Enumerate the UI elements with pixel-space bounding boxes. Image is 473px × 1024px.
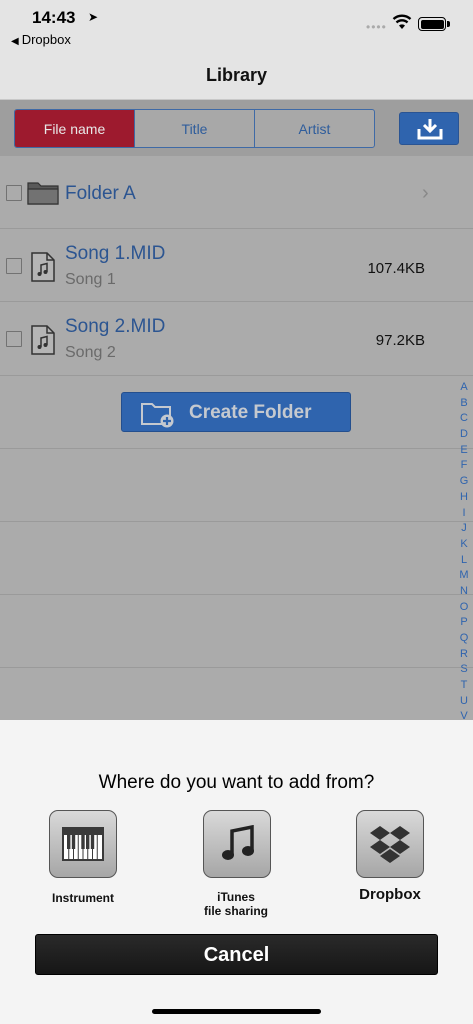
empty-row: [0, 668, 473, 720]
index-letter[interactable]: F: [456, 458, 472, 474]
status-time: 14:43: [32, 8, 76, 27]
sheet-title: Where do you want to add from?: [98, 772, 375, 793]
list-item-folder[interactable]: Folder A ›: [0, 156, 473, 229]
empty-row: [0, 522, 473, 595]
row-checkbox[interactable]: [6, 331, 22, 347]
midi-file-icon: [31, 252, 55, 282]
alphabet-index[interactable]: A B C D E F G H I J K L M N O P Q R S T …: [456, 380, 472, 757]
back-triangle-icon: ◀: [11, 36, 19, 47]
file-size: 107.4KB: [367, 260, 425, 277]
index-letter[interactable]: A: [456, 380, 472, 396]
status-bar: 14:43 ➤ ◀ Dropbox ••••: [0, 0, 473, 52]
create-folder-button[interactable]: Create Folder: [121, 392, 351, 432]
download-button[interactable]: [399, 112, 459, 145]
row-checkbox[interactable]: [6, 258, 22, 274]
sort-tab-artist[interactable]: Artist: [255, 110, 374, 147]
index-letter[interactable]: B: [456, 396, 472, 412]
file-subtitle: Song 2: [65, 344, 116, 361]
sort-tab-title[interactable]: Title: [135, 110, 255, 147]
index-letter[interactable]: S: [456, 662, 472, 678]
empty-row: [0, 595, 473, 668]
itunes-file-sharing-source-button[interactable]: [203, 810, 271, 878]
piano-icon: [62, 827, 104, 861]
row-checkbox[interactable]: [6, 185, 22, 201]
home-indicator[interactable]: [152, 1009, 321, 1014]
index-letter[interactable]: E: [456, 443, 472, 459]
instrument-source-label: Instrument: [51, 891, 114, 905]
index-letter[interactable]: I: [456, 506, 472, 522]
file-name: Folder A: [65, 183, 136, 204]
midi-file-icon: [31, 325, 55, 355]
back-app-label: Dropbox: [21, 32, 71, 47]
cancel-button[interactable]: Cancel: [35, 934, 438, 975]
wifi-icon: [392, 14, 412, 29]
index-letter[interactable]: P: [456, 615, 472, 631]
list-item-song-1[interactable]: Song 1.MID Song 1 107.4KB: [0, 229, 473, 302]
sort-segmented-control: File name Title Artist: [14, 109, 375, 148]
list-item-song-2[interactable]: Song 2.MID Song 2 97.2KB: [0, 302, 473, 376]
index-letter[interactable]: K: [456, 537, 472, 553]
file-subtitle: Song 1: [65, 271, 116, 288]
battery-icon: [418, 17, 450, 31]
empty-row: [0, 449, 473, 522]
sort-tab-file-name[interactable]: File name: [15, 110, 135, 147]
index-letter[interactable]: T: [456, 678, 472, 694]
index-letter[interactable]: M: [456, 568, 472, 584]
file-size: 97.2KB: [375, 332, 425, 349]
dropbox-icon: [370, 826, 410, 863]
file-name: Song 2.MID: [65, 316, 166, 337]
music-note-icon: [222, 825, 254, 860]
index-letter[interactable]: J: [456, 521, 472, 537]
index-letter[interactable]: G: [456, 474, 472, 490]
sort-toolbar: File name Title Artist: [0, 100, 473, 156]
index-letter[interactable]: U: [456, 694, 472, 710]
index-letter[interactable]: C: [456, 411, 472, 427]
index-letter[interactable]: N: [456, 584, 472, 600]
create-folder-label: Create Folder: [189, 402, 312, 423]
back-to-app-link[interactable]: ◀ Dropbox: [11, 32, 71, 47]
index-letter[interactable]: D: [456, 427, 472, 443]
file-name: Song 1.MID: [65, 243, 166, 264]
folder-icon: [27, 182, 59, 205]
itunes-file-sharing-source-label: iTunes file sharing: [203, 890, 268, 918]
download-icon: [417, 119, 443, 140]
folder-add-icon: [141, 403, 174, 428]
dropbox-source-label: Dropbox: [359, 886, 421, 903]
cancel-label: Cancel: [203, 944, 270, 966]
index-letter[interactable]: L: [456, 553, 472, 569]
dropbox-source-button[interactable]: [356, 810, 424, 878]
page-title: Library: [205, 65, 268, 85]
index-letter[interactable]: O: [456, 600, 472, 616]
index-letter[interactable]: Q: [456, 631, 472, 647]
signal-icon: ••••: [366, 20, 387, 34]
chevron-right-icon: ›: [422, 182, 429, 204]
location-arrow-icon: ➤: [88, 10, 99, 24]
index-letter[interactable]: R: [456, 647, 472, 663]
navigation-bar: Library: [0, 52, 473, 100]
index-letter[interactable]: H: [456, 490, 472, 506]
file-list: Folder A › Song 1.MID Song 1 107.4KB Son…: [0, 156, 473, 720]
instrument-source-button[interactable]: [49, 810, 117, 878]
